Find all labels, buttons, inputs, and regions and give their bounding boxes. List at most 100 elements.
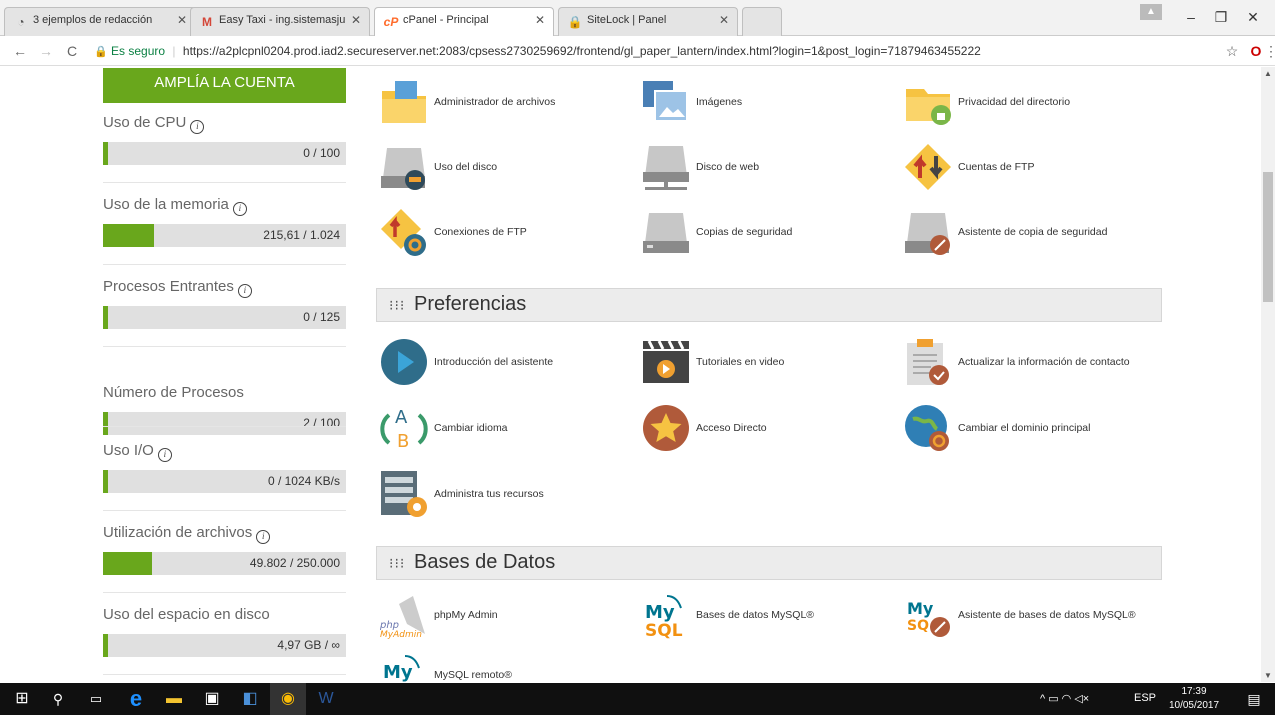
edge-browser-icon[interactable]: e bbox=[118, 683, 154, 715]
svg-text:My: My bbox=[907, 599, 934, 618]
metric-fill bbox=[103, 634, 108, 657]
new-tab-button[interactable] bbox=[742, 7, 782, 36]
language-indicator[interactable]: ESP bbox=[1134, 692, 1156, 704]
restore-icon[interactable]: ❐ bbox=[1206, 6, 1236, 28]
metric-label: Uso I/O i bbox=[103, 442, 172, 462]
copias-de-seguridad-link[interactable]: Copias de seguridad bbox=[641, 207, 891, 257]
close-window-icon[interactable]: ✕ bbox=[1238, 6, 1268, 28]
tutoriales-en-video-link[interactable]: Tutoriales en video bbox=[641, 337, 891, 387]
system-tray-icons[interactable]: ^ ▭ ◠ ◁× bbox=[1040, 692, 1089, 705]
uso-del-disco-link[interactable]: Uso del disco bbox=[379, 142, 629, 192]
item-label: Actualizar la información de contacto bbox=[958, 356, 1130, 368]
info-icon[interactable]: i bbox=[232, 202, 247, 216]
minimize-icon[interactable]: – bbox=[1176, 6, 1206, 28]
store-icon[interactable]: ▣ bbox=[194, 683, 230, 715]
metric-label-text: Uso del espacio en disco bbox=[103, 606, 270, 623]
metric-value: 0 / 1024 KB/s bbox=[267, 474, 340, 488]
clock[interactable]: 17:39 10/05/2017 bbox=[1166, 685, 1222, 713]
privacidad-del-directorio-link[interactable]: Privacidad del directorio bbox=[903, 77, 1153, 127]
phpmy-admin-link[interactable]: php MyAdmin phpMy Admin bbox=[379, 590, 629, 640]
extension-icon[interactable]: O bbox=[1246, 41, 1266, 61]
item-label: Privacidad del directorio bbox=[958, 96, 1071, 108]
search-icon[interactable]: ⚲ bbox=[40, 683, 76, 715]
task-view-icon[interactable]: ▭ bbox=[78, 683, 114, 715]
cambiar-idioma-link[interactable]: A B Cambiar idioma bbox=[379, 403, 629, 453]
bookmark-star-icon[interactable]: ☆ bbox=[1222, 41, 1242, 61]
item-label: Administra tus recursos bbox=[434, 488, 544, 500]
mysql-icon: My SQL bbox=[641, 590, 691, 641]
close-tab-icon[interactable]: ✕ bbox=[535, 13, 545, 27]
introducción-del-asistente-link[interactable]: Introducción del asistente bbox=[379, 337, 629, 387]
asistente-de-copia-de-seguridad-link[interactable]: Asistente de copia de seguridad bbox=[903, 207, 1153, 257]
item-label: Tutoriales en video bbox=[696, 356, 785, 368]
metric-bar: 0 / 125 bbox=[103, 306, 346, 329]
tab-cpanel[interactable]: cP cPanel - Principal ✕ bbox=[374, 7, 554, 37]
tab-gmail[interactable]: M Easy Taxi - ing.sistemasju ✕ bbox=[190, 7, 370, 36]
url-field[interactable]: 🔒 Es seguro | https://a2plcpnl0204.prod.… bbox=[90, 39, 1212, 63]
conexiones-de-ftp-link[interactable]: Conexiones de FTP bbox=[379, 207, 629, 257]
user-profile-icon[interactable]: ▲ bbox=[1140, 4, 1162, 20]
menu-dots-icon[interactable]: ⋮ bbox=[1264, 41, 1275, 61]
word-icon[interactable]: W bbox=[308, 683, 344, 715]
file-explorer-icon[interactable]: ▬ bbox=[156, 683, 192, 715]
databases-header[interactable]: ⁝⁝⁝ Bases de Datos bbox=[376, 546, 1162, 580]
cuentas-de-ftp-link[interactable]: Cuentas de FTP bbox=[903, 142, 1153, 192]
administrador-de-archivos-link[interactable]: Administrador de archivos bbox=[379, 77, 629, 127]
metric-divider bbox=[103, 592, 346, 593]
play-circle-icon bbox=[379, 337, 429, 387]
disk-usage-icon bbox=[379, 142, 429, 192]
cambiar-el-dominio-principal-link[interactable]: Cambiar el dominio principal bbox=[903, 403, 1153, 453]
phpmyadmin-icon: php MyAdmin bbox=[379, 590, 429, 640]
imágenes-link[interactable]: Imágenes bbox=[641, 77, 891, 127]
scroll-down-icon[interactable]: ▼ bbox=[1264, 671, 1272, 680]
tab-sitelock[interactable]: 🔒 SiteLock | Panel ✕ bbox=[558, 7, 738, 36]
app-icon[interactable]: ◧ bbox=[232, 683, 268, 715]
chrome-icon[interactable]: ◉ bbox=[270, 683, 306, 715]
item-label: Acceso Directo bbox=[696, 422, 767, 434]
notifications-icon[interactable]: ▤ bbox=[1236, 683, 1272, 715]
administra-tus-recursos-link[interactable]: Administra tus recursos bbox=[379, 469, 629, 519]
info-icon[interactable]: i bbox=[237, 284, 252, 298]
metric-bar: 2 / 100 bbox=[103, 412, 346, 435]
upgrade-account-button[interactable]: AMPLÍA LA CUENTA bbox=[103, 68, 346, 103]
whatsapp-icon: ◔ bbox=[17, 15, 25, 29]
metric-value: 215,61 / 1.024 bbox=[263, 228, 340, 242]
windows-taskbar: ⊞ ⚲ ▭ e ▬ ▣ ◧ ◉ W ^ ▭ ◠ ◁× ESP 17:39 10/… bbox=[0, 683, 1275, 715]
item-label: Cambiar idioma bbox=[434, 422, 508, 434]
close-tab-icon[interactable]: ✕ bbox=[719, 13, 729, 27]
back-arrow-icon[interactable]: ← bbox=[10, 41, 30, 61]
info-icon[interactable]: i bbox=[157, 448, 172, 462]
forward-arrow-icon[interactable]: → bbox=[36, 41, 56, 61]
close-tab-icon[interactable]: ✕ bbox=[351, 13, 361, 27]
clock-date: 10/05/2017 bbox=[1168, 700, 1220, 711]
metric-value: 0 / 125 bbox=[303, 310, 340, 324]
address-bar: ← → C 🔒 Es seguro | https://a2plcpnl0204… bbox=[0, 36, 1275, 66]
tab-whatsapp[interactable]: ◔ 3 ejemplos de redacción ✕ bbox=[4, 7, 196, 36]
metric-label: Número de Procesos bbox=[103, 384, 244, 401]
item-label: Disco de web bbox=[696, 161, 760, 173]
info-icon[interactable]: i bbox=[190, 120, 205, 134]
close-tab-icon[interactable]: ✕ bbox=[177, 13, 187, 27]
metric-label-text: Uso I/O bbox=[103, 442, 154, 459]
info-icon[interactable]: i bbox=[256, 530, 271, 544]
actualizar-la-información-de-contacto-link[interactable]: Actualizar la información de contacto bbox=[903, 337, 1153, 387]
bases-de-datos-mysql--link[interactable]: My SQL Bases de datos MySQL® bbox=[641, 590, 891, 641]
reload-icon[interactable]: C bbox=[62, 41, 82, 61]
svg-text:My: My bbox=[645, 602, 675, 623]
asistente-de-bases-de-datos-mysql--link[interactable]: My SQ Asistente de bases de datos MySQL® bbox=[903, 590, 1153, 640]
preferences-header[interactable]: ⁝⁝⁝ Preferencias bbox=[376, 288, 1162, 322]
metric-divider bbox=[103, 510, 346, 511]
metric-divider bbox=[103, 426, 346, 427]
disco-de-web-link[interactable]: Disco de web bbox=[641, 142, 891, 192]
scroll-thumb[interactable] bbox=[1263, 172, 1273, 302]
grid-dots-icon: ⁝⁝⁝ bbox=[389, 297, 406, 313]
scroll-up-icon[interactable]: ▲ bbox=[1264, 69, 1272, 78]
url-text: https://a2plcpnl0204.prod.iad2.secureser… bbox=[182, 44, 981, 58]
metric-value: 0 / 100 bbox=[303, 146, 340, 160]
windows-start-icon[interactable]: ⊞ bbox=[4, 683, 40, 715]
item-label: Uso del disco bbox=[434, 161, 498, 173]
acceso-directo-link[interactable]: Acceso Directo bbox=[641, 403, 891, 453]
metric-label-text: Uso de CPU bbox=[103, 114, 187, 131]
item-label: Cambiar el dominio principal bbox=[958, 422, 1091, 434]
page-scrollbar[interactable]: ▲ ▼ bbox=[1261, 67, 1275, 682]
